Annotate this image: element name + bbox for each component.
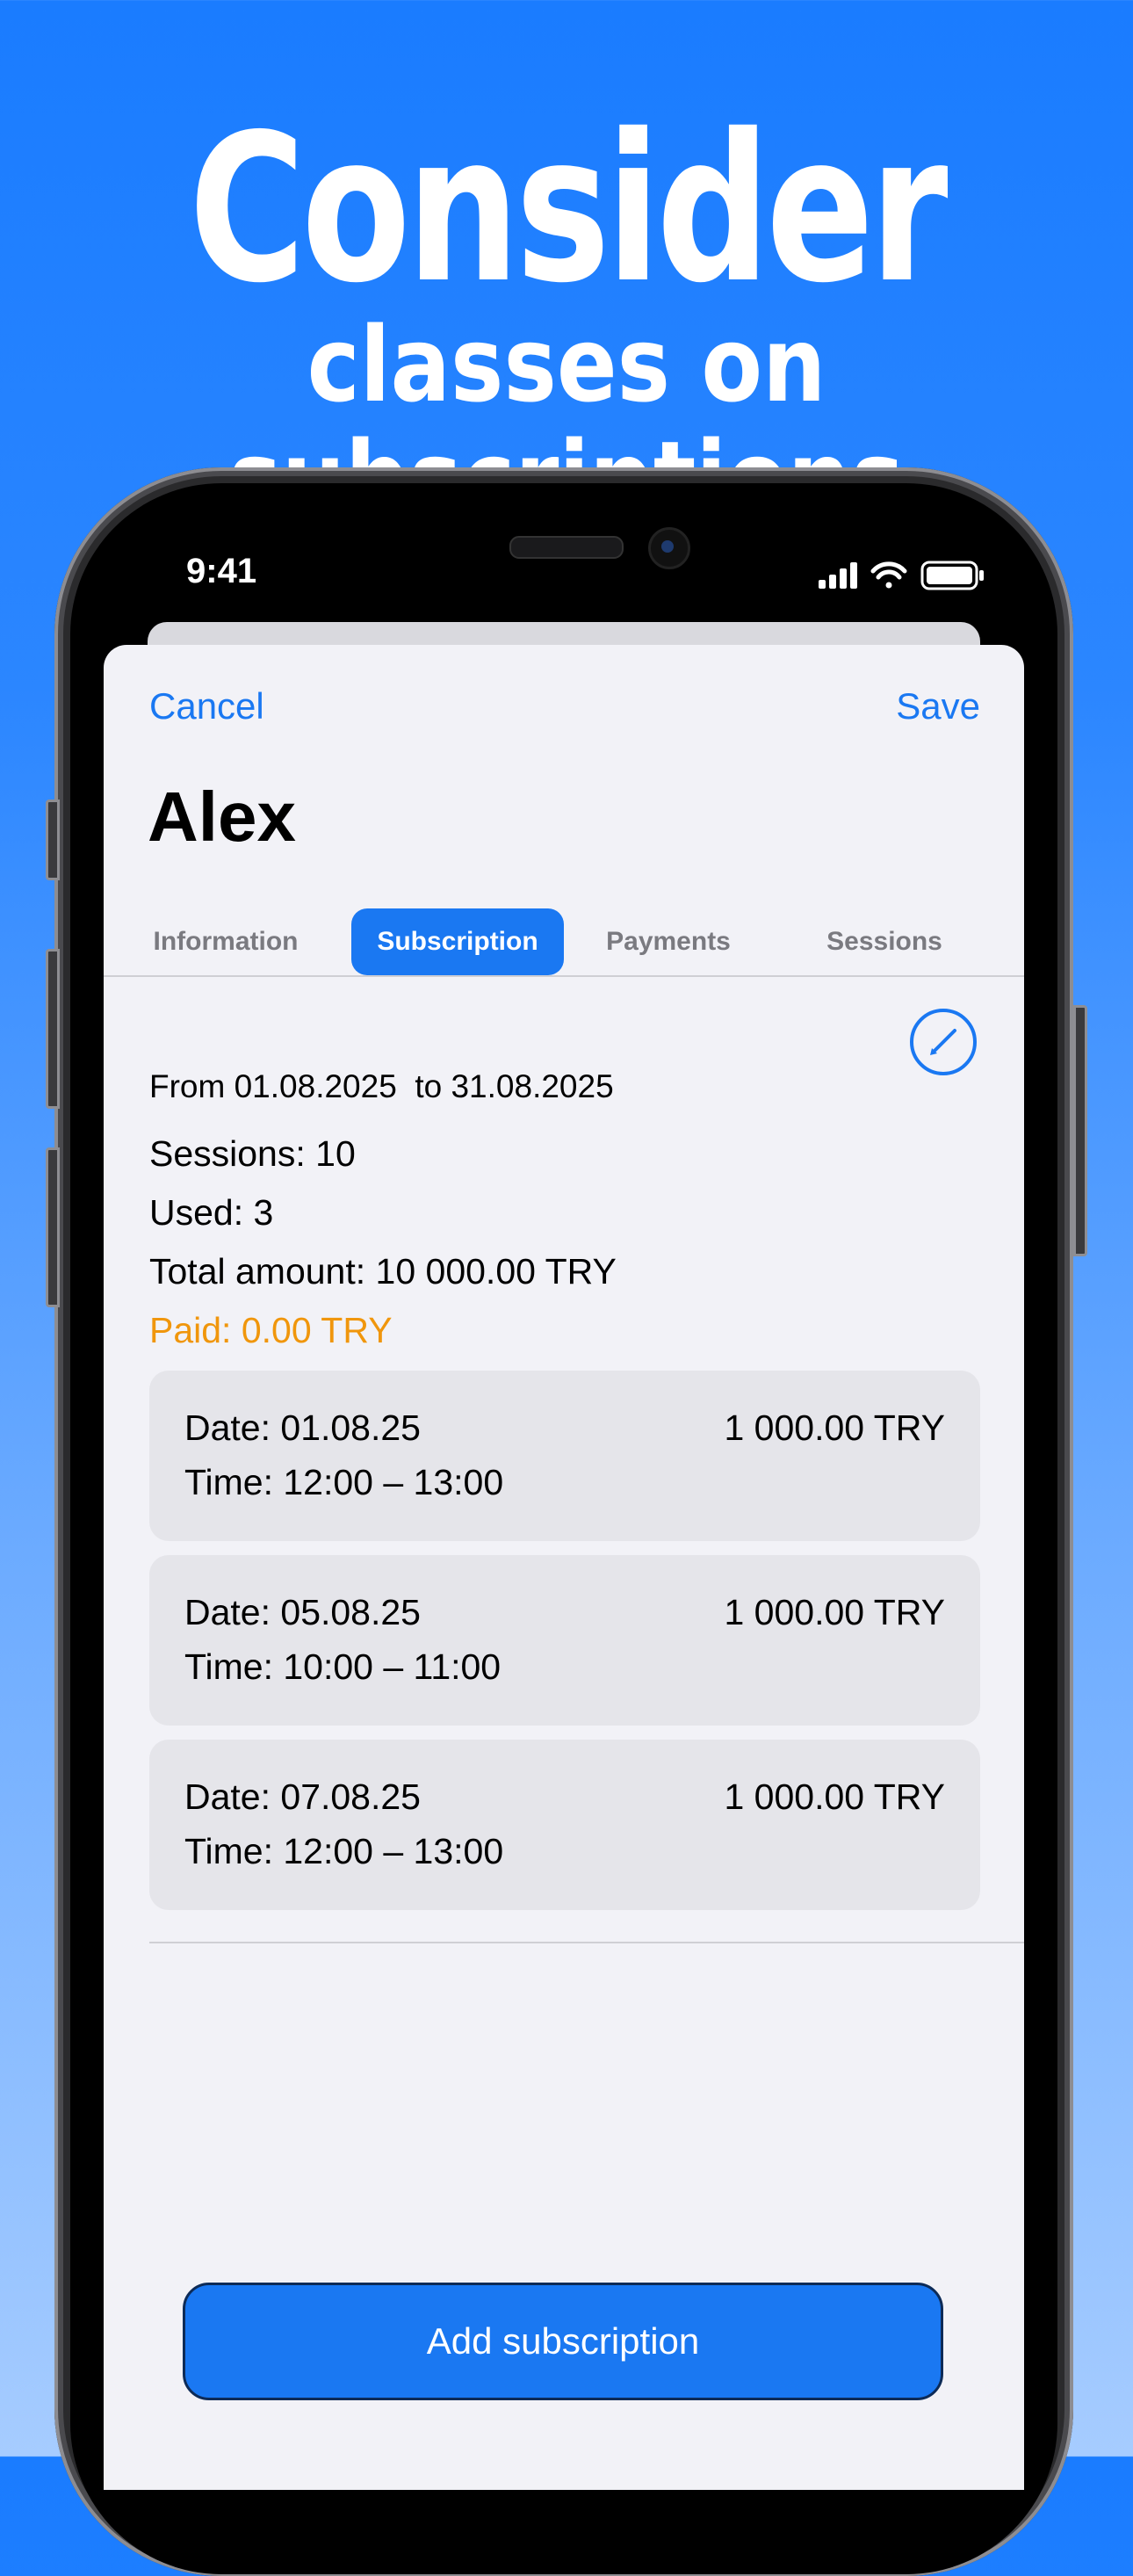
- volume-up-button: [46, 949, 60, 1109]
- session-card[interactable]: Date: 05.08.25 1 000.00 TRY Time: 10:00 …: [149, 1555, 980, 1726]
- save-button[interactable]: Save: [896, 685, 980, 727]
- power-button: [1073, 1005, 1087, 1256]
- status-icons: [815, 559, 987, 590]
- cancel-button[interactable]: Cancel: [149, 685, 264, 727]
- session-time: Time: 12:00 – 13:00: [184, 1831, 504, 1871]
- volume-down-button: [46, 1147, 60, 1307]
- subscription-period: From 01.08.2025 to 31.08.2025: [149, 1068, 614, 1104]
- session-date: Date: 07.08.25: [184, 1776, 421, 1817]
- paid-amount: Paid: 0.00 TRY: [149, 1310, 393, 1350]
- tab-information[interactable]: Information: [135, 908, 316, 975]
- status-time: 9:41: [186, 552, 257, 590]
- tab-payments[interactable]: Payments: [569, 908, 768, 975]
- front-camera: [648, 527, 690, 569]
- session-amount: 1 000.00 TRY: [724, 1592, 945, 1632]
- total-amount: Total amount: 10 000.00 TRY: [149, 1251, 617, 1292]
- sessions-count: Sessions: 10: [149, 1133, 356, 1174]
- session-time: Time: 10:00 – 11:00: [184, 1646, 502, 1687]
- promo-headline: Consider: [189, 90, 948, 328]
- tab-sessions[interactable]: Sessions: [785, 908, 984, 975]
- session-card[interactable]: Date: 01.08.25 1 000.00 TRY Time: 12:00 …: [149, 1371, 980, 1541]
- session-amount: 1 000.00 TRY: [724, 1776, 945, 1817]
- earpiece-speaker: [509, 536, 624, 559]
- add-subscription-button[interactable]: Add subscription: [183, 2283, 943, 2400]
- tab-subscription[interactable]: Subscription: [351, 908, 564, 975]
- cellular-signal-icon: [819, 562, 857, 589]
- edit-subscription-button[interactable]: [910, 1009, 977, 1075]
- session-amount: 1 000.00 TRY: [724, 1407, 945, 1448]
- segmented-tabs: Information Subscription Payments Sessio…: [104, 908, 1024, 979]
- session-date: Date: 05.08.25: [184, 1592, 421, 1632]
- session-card[interactable]: Date: 07.08.25 1 000.00 TRY Time: 12:00 …: [149, 1740, 980, 1910]
- list-divider: [149, 1942, 1024, 1943]
- subscription-sheet: Cancel Save Alex Information Subscriptio…: [104, 645, 1024, 2490]
- session-date: Date: 01.08.25: [184, 1407, 421, 1448]
- session-time: Time: 12:00 – 13:00: [184, 1462, 504, 1502]
- status-icons-svg: [819, 561, 984, 590]
- sessions-used: Used: 3: [149, 1192, 274, 1233]
- client-name-title: Alex: [148, 778, 296, 856]
- battery-icon: [920, 561, 984, 590]
- tabs-divider: [104, 975, 1024, 977]
- pencil-icon: [930, 1029, 956, 1055]
- silent-switch: [46, 800, 60, 880]
- wifi-icon: [870, 561, 907, 589]
